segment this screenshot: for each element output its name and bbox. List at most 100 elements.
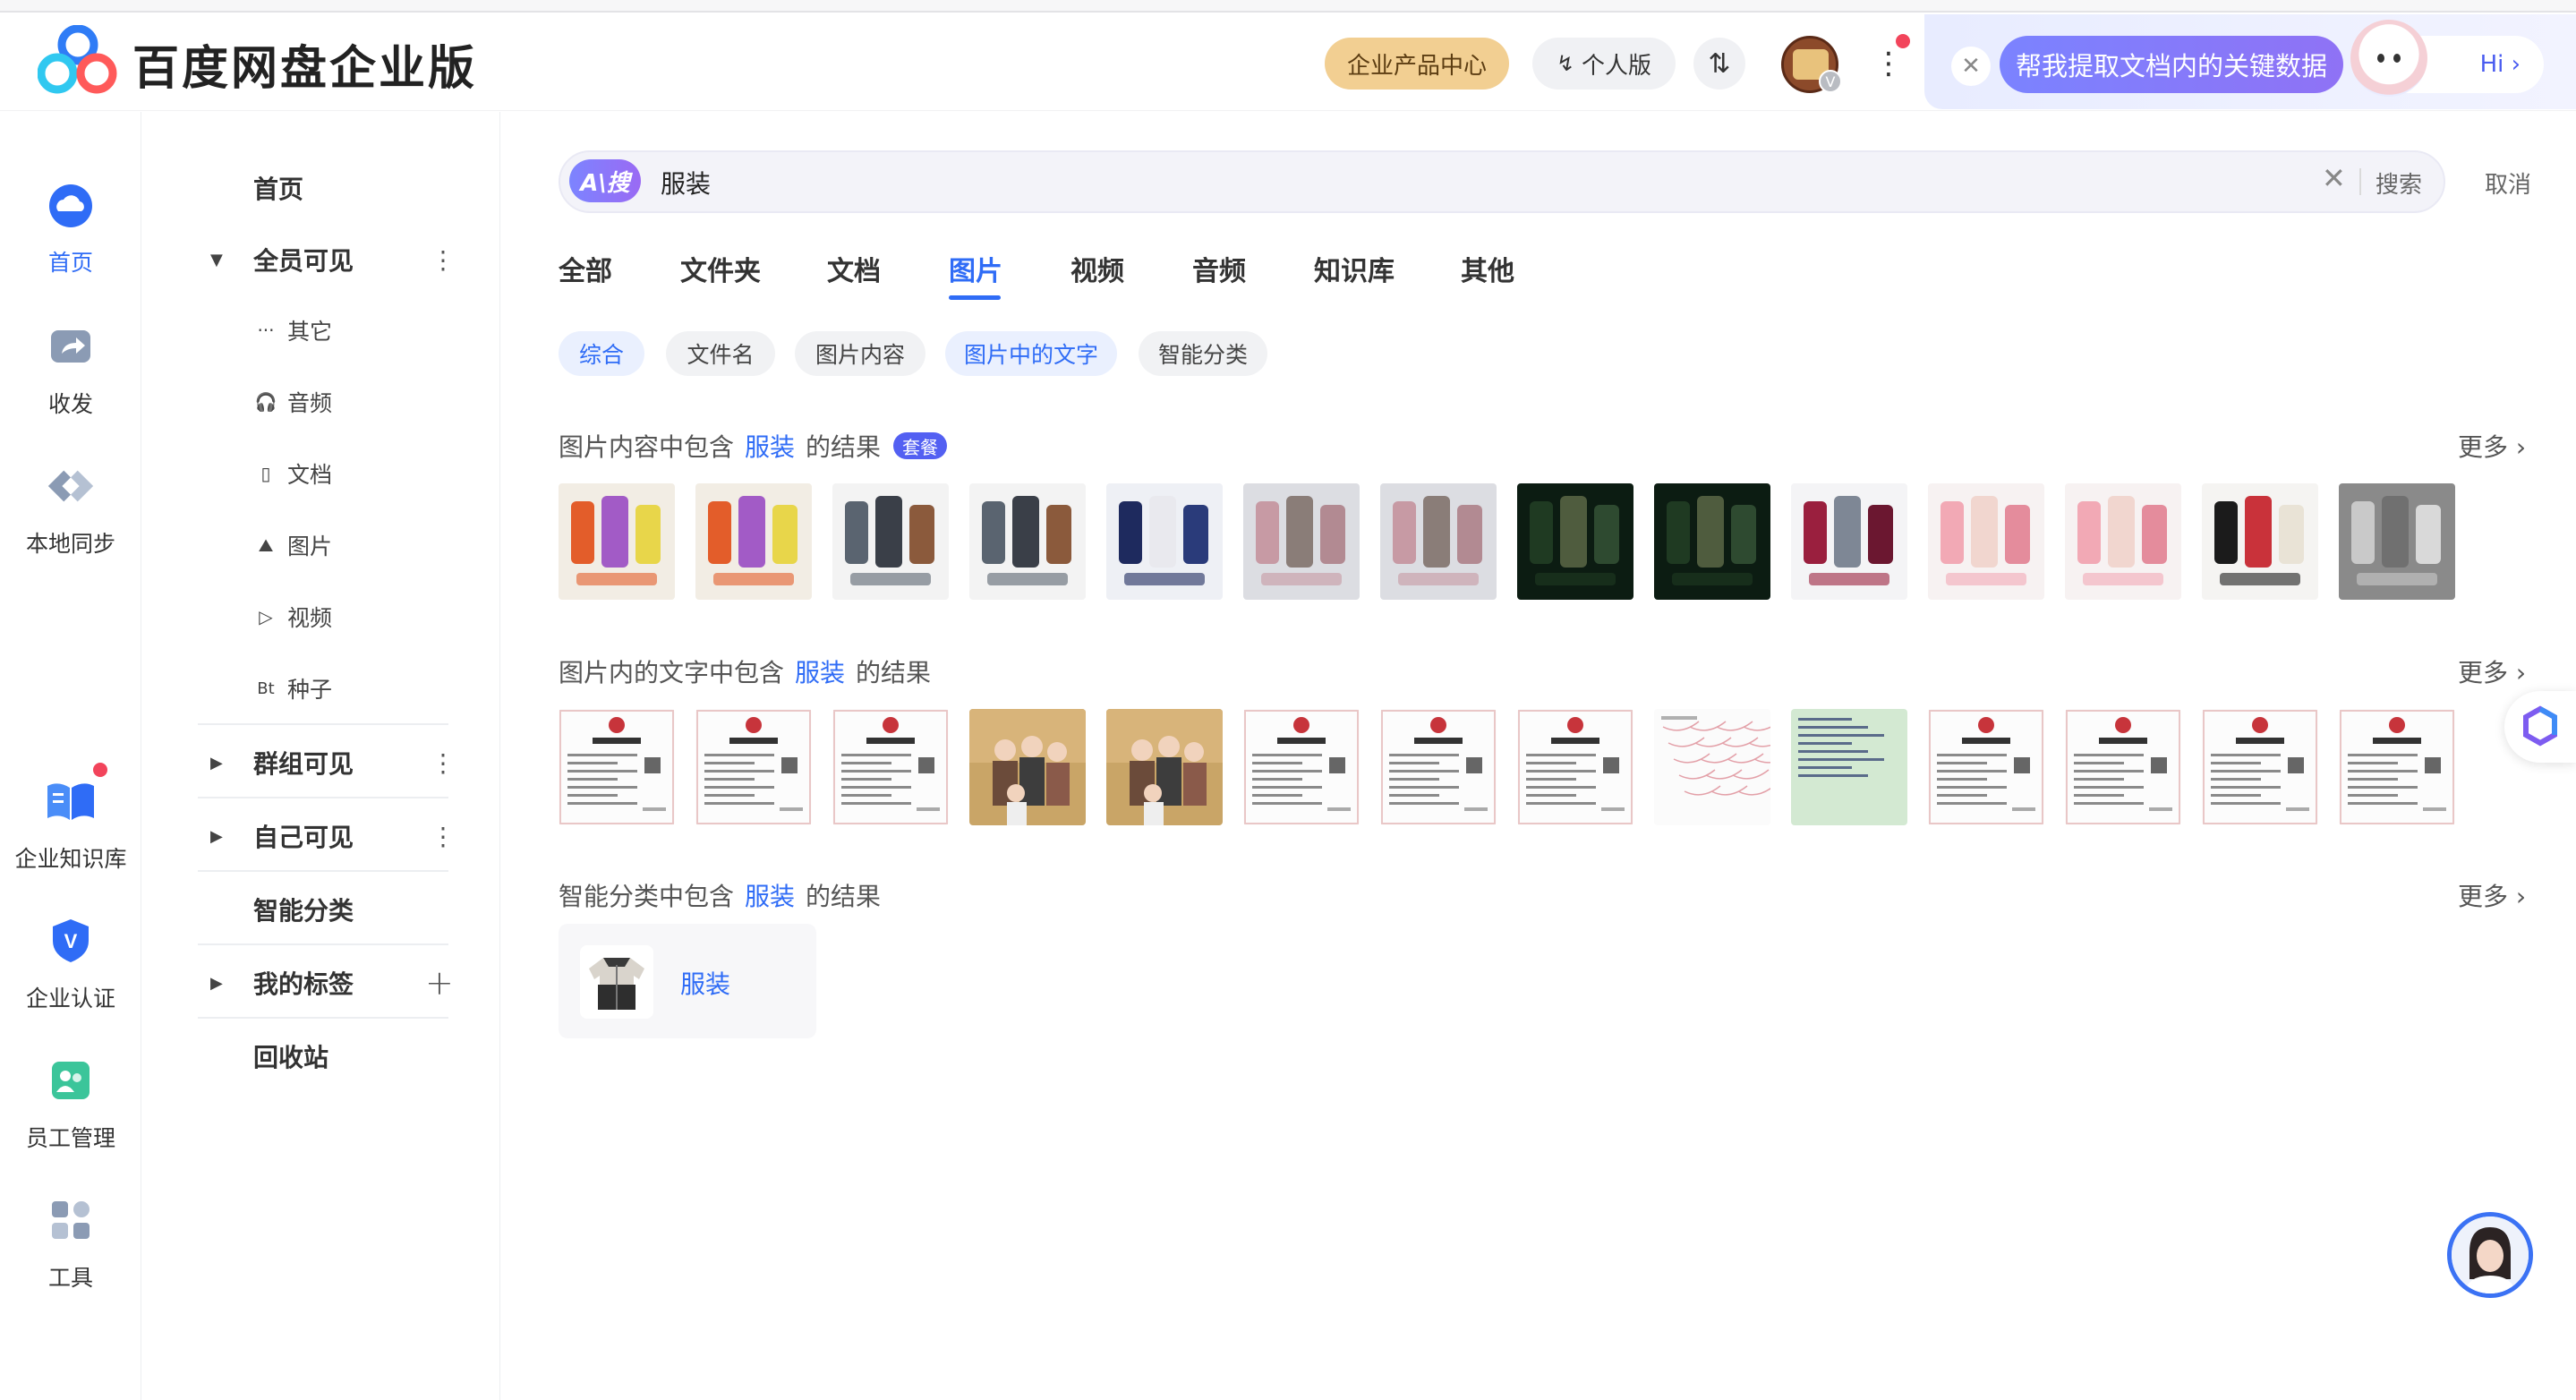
image-result-thumbnail[interactable]	[969, 483, 1086, 600]
text-result-thumbnail[interactable]	[1791, 709, 1907, 825]
image-result-thumbnail[interactable]	[2065, 483, 2181, 600]
image-result-thumbnail[interactable]	[559, 483, 675, 600]
rail-item-sync[interactable]: 本地同步	[0, 460, 141, 559]
tab-audio[interactable]: 音频	[1192, 249, 1246, 288]
section-suffix: 的结果	[806, 432, 882, 462]
image-result-thumbnail[interactable]	[1654, 483, 1770, 600]
text-result-thumbnail[interactable]	[2202, 709, 2318, 825]
verified-badge: V	[1819, 70, 1842, 93]
personal-edition-button[interactable]: ↯ 个人版	[1532, 38, 1676, 90]
text-result-thumbnail[interactable]	[1517, 709, 1633, 825]
image-result-thumbnail[interactable]	[2339, 483, 2455, 600]
nav-sub-docs[interactable]: ▯ 文档	[142, 451, 500, 496]
image-result-thumbnail[interactable]	[1243, 483, 1360, 600]
text-result-thumbnail[interactable]	[559, 709, 675, 825]
text-result-thumbnail[interactable]	[1380, 709, 1497, 825]
clear-search-icon[interactable]: ✕	[2322, 161, 2346, 195]
close-icon[interactable]: ✕	[1951, 47, 1991, 86]
floating-ai-widget[interactable]	[2504, 691, 2576, 763]
transfer-list-button[interactable]: ⇅	[1693, 38, 1745, 90]
image-result-thumbnail[interactable]	[695, 483, 812, 600]
nav-all-visible[interactable]: ▼ 全员可见 ⋮	[142, 233, 500, 286]
image-result-thumbnail[interactable]	[2202, 483, 2318, 600]
more-link-content[interactable]: 更多 ›	[2458, 428, 2526, 464]
text-result-thumbnail[interactable]	[1654, 709, 1770, 825]
add-tag-icon[interactable]: +	[425, 963, 454, 1003]
search-separator	[2359, 168, 2361, 195]
share-icon	[45, 320, 97, 372]
nav-home[interactable]: 首页	[142, 161, 500, 215]
chip-image-text[interactable]: 图片中的文字	[945, 331, 1117, 376]
nav-my-tags[interactable]: ▶ 我的标签 +	[142, 956, 500, 1010]
cancel-button[interactable]: 取消	[2485, 166, 2531, 200]
nav-sub-other[interactable]: ··· 其它	[142, 308, 500, 353]
search-button[interactable]: 搜索	[2376, 166, 2422, 200]
image-result-thumbnail[interactable]	[1517, 483, 1633, 600]
text-result-thumbnail[interactable]	[832, 709, 949, 825]
rail-item-staff[interactable]: 员工管理	[0, 1054, 141, 1153]
nav-group-visible-label: 群组可见	[253, 749, 354, 779]
tab-docs[interactable]: 文档	[827, 249, 881, 288]
chip-filename[interactable]: 文件名	[666, 331, 775, 376]
tab-other[interactable]: 其他	[1461, 249, 1514, 288]
chevron-right-icon[interactable]: ▶	[210, 827, 223, 846]
search-input[interactable]	[559, 150, 2445, 213]
nav-sub-images[interactable]: ⛰ 图片	[142, 523, 500, 568]
nav-sub-audio[interactable]: 🎧 音频	[142, 380, 500, 424]
more-options-icon[interactable]: ⋮	[431, 822, 456, 851]
rail-item-knowledge[interactable]: 企业知识库	[0, 775, 141, 874]
nav-divider	[198, 943, 448, 945]
image-result-thumbnail[interactable]	[832, 483, 949, 600]
baidu-netdisk-logo-icon[interactable]	[37, 24, 118, 95]
image-result-thumbnail[interactable]	[1380, 483, 1497, 600]
chevron-right-icon[interactable]: ▶	[210, 974, 223, 993]
image-result-thumbnail[interactable]	[1106, 483, 1223, 600]
rail-item-tools[interactable]: 工具	[0, 1194, 141, 1293]
chip-smart-category[interactable]: 智能分类	[1139, 331, 1267, 376]
ai-mascot-icon[interactable]	[2350, 20, 2427, 97]
knowledge-notification-dot	[93, 763, 107, 777]
dots-icon: ···	[257, 320, 275, 341]
search-query-text[interactable]: 服装	[661, 165, 711, 201]
nav-sub-torrent[interactable]: Bt 种子	[142, 666, 500, 711]
product-center-button[interactable]: 企业产品中心	[1325, 38, 1509, 90]
text-result-thumbnail[interactable]	[2065, 709, 2181, 825]
section-title-text: 图片内的文字中包含 服装 的结果	[559, 653, 931, 689]
tab-images[interactable]: 图片	[949, 249, 1002, 288]
nav-sub-video-label: 视频	[287, 605, 333, 631]
text-result-thumbnail[interactable]	[1106, 709, 1223, 825]
text-result-thumbnail[interactable]	[1928, 709, 2044, 825]
rail-item-home[interactable]: 首页	[0, 179, 141, 277]
chip-overall[interactable]: 综合	[559, 331, 644, 376]
tab-folder[interactable]: 文件夹	[680, 249, 761, 288]
more-options-icon[interactable]: ⋮	[431, 748, 456, 778]
text-result-thumbnail[interactable]	[2339, 709, 2455, 825]
customer-service-avatar[interactable]	[2447, 1212, 2533, 1298]
chip-image-content[interactable]: 图片内容	[795, 331, 925, 376]
tab-video[interactable]: 视频	[1070, 249, 1124, 288]
rail-label-verify: 企业认证	[25, 986, 115, 1012]
rail-item-verify[interactable]: V 企业认证	[0, 915, 141, 1013]
text-result-thumbnail[interactable]	[695, 709, 812, 825]
image-result-thumbnail[interactable]	[1928, 483, 2044, 600]
tab-all[interactable]: 全部	[559, 249, 612, 288]
nav-sub-video[interactable]: ▷ 视频	[142, 594, 500, 639]
chevron-right-icon[interactable]: ▶	[210, 754, 223, 773]
rail-item-share[interactable]: 收发	[0, 320, 141, 419]
ai-suggestion-button[interactable]: 帮我提取文档内的关键数据	[2000, 36, 2343, 93]
text-result-thumbnail[interactable]	[1243, 709, 1360, 825]
more-options-icon[interactable]: ⋮	[431, 245, 456, 275]
image-result-thumbnail[interactable]	[1791, 483, 1907, 600]
text-result-thumbnail[interactable]	[969, 709, 1086, 825]
nav-recycle-bin[interactable]: 回收站	[142, 1029, 500, 1083]
more-link-category[interactable]: 更多 ›	[2458, 877, 2526, 913]
tab-knowledge[interactable]: 知识库	[1314, 249, 1395, 288]
svg-text:V: V	[64, 930, 78, 952]
nav-smart-category[interactable]: 智能分类	[142, 883, 500, 936]
nav-group-visible[interactable]: ▶ 群组可见 ⋮	[142, 736, 500, 790]
more-link-text[interactable]: 更多 ›	[2458, 653, 2526, 689]
nav-self-visible[interactable]: ▶ 自己可见 ⋮	[142, 809, 500, 863]
more-menu-icon[interactable]: ⋮	[1873, 43, 1904, 84]
chevron-down-icon[interactable]: ▼	[210, 251, 223, 269]
ai-search-badge[interactable]: A\搜	[569, 159, 641, 202]
